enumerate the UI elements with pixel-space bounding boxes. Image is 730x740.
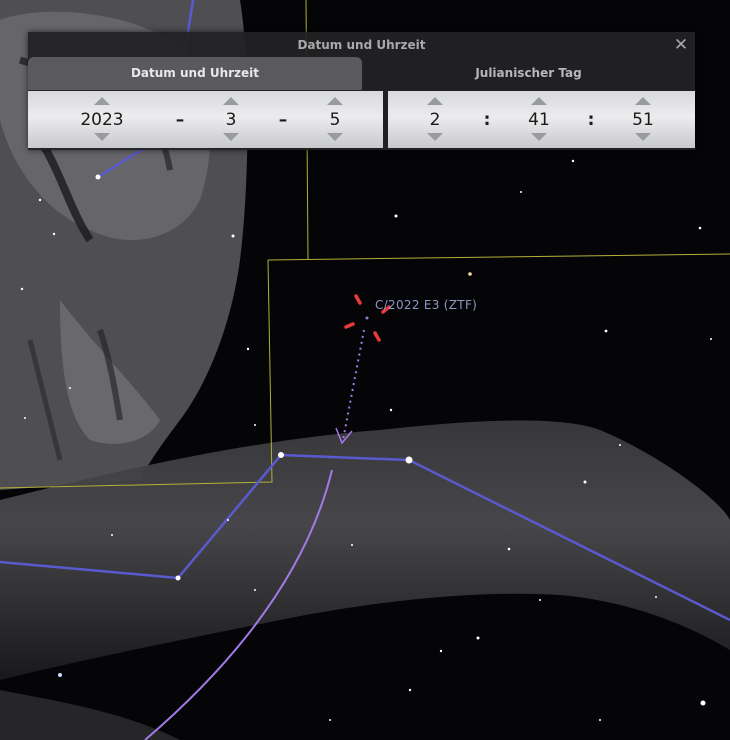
time-panel: 2 : 41 : 51 <box>388 91 695 148</box>
second-spinbox[interactable]: 51 <box>623 91 663 148</box>
time-separator: : <box>587 110 595 130</box>
minute-spinbox[interactable]: 41 <box>519 91 559 148</box>
year-increment-icon[interactable] <box>94 97 110 105</box>
hour-increment-icon[interactable] <box>427 97 443 105</box>
tab-date-time[interactable]: Datum und Uhrzeit <box>28 57 362 90</box>
year-value[interactable]: 2023 <box>62 109 142 131</box>
time-separator: : <box>483 110 491 130</box>
day-increment-icon[interactable] <box>327 97 343 105</box>
minute-increment-icon[interactable] <box>531 97 547 105</box>
hour-value[interactable]: 2 <box>395 109 475 131</box>
dialog-title[interactable]: Datum und Uhrzeit <box>28 32 695 58</box>
day-spinbox[interactable]: 5 <box>315 91 355 148</box>
year-spinbox[interactable]: 2023 <box>80 91 124 148</box>
second-decrement-icon[interactable] <box>635 133 651 141</box>
tab-julian-day[interactable]: Julianischer Tag <box>362 57 695 90</box>
second-value[interactable]: 51 <box>603 109 683 131</box>
day-decrement-icon[interactable] <box>327 133 343 141</box>
date-panel: 2023 – 3 – 5 <box>28 91 383 148</box>
comet-label[interactable]: C/2022 E3 (ZTF) <box>375 298 477 312</box>
month-increment-icon[interactable] <box>223 97 239 105</box>
month-value[interactable]: 3 <box>191 109 271 131</box>
close-icon[interactable]: ✕ <box>671 35 691 55</box>
year-decrement-icon[interactable] <box>94 133 110 141</box>
second-increment-icon[interactable] <box>635 97 651 105</box>
minute-decrement-icon[interactable] <box>531 133 547 141</box>
month-spinbox[interactable]: 3 <box>211 91 251 148</box>
date-separator: – <box>278 110 288 130</box>
hour-decrement-icon[interactable] <box>427 133 443 141</box>
month-decrement-icon[interactable] <box>223 133 239 141</box>
date-time-dialog: Datum und Uhrzeit ✕ Datum und Uhrzeit Ju… <box>28 32 695 150</box>
hour-spinbox[interactable]: 2 <box>415 91 455 148</box>
minute-value[interactable]: 41 <box>499 109 579 131</box>
date-separator: – <box>175 110 185 130</box>
day-value[interactable]: 5 <box>295 109 375 131</box>
